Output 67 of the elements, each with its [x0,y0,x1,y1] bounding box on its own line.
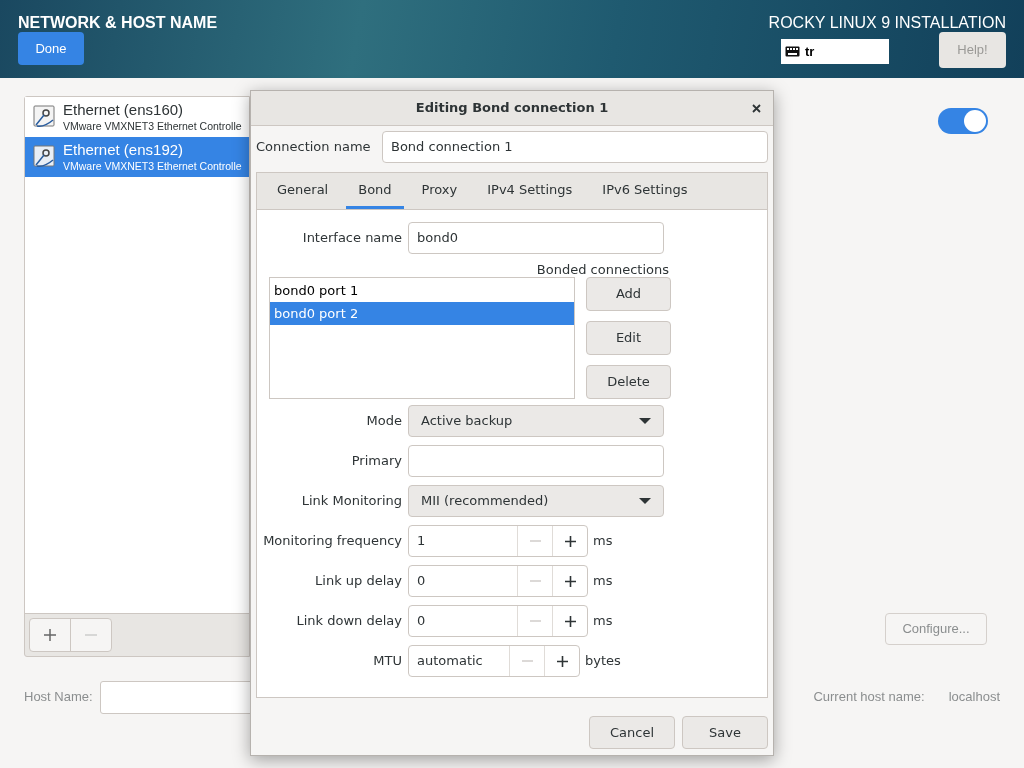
field-label: Primary [350,452,403,471]
spin-field[interactable]: automatic [408,645,580,677]
plus-icon [44,629,56,641]
product-title: ROCKY LINUX 9 INSTALLATION [768,13,1006,33]
spin-value: 0 [416,572,427,591]
bond-action-button[interactable]: Add [586,277,671,311]
plus-icon [556,655,568,667]
dropdown-value: MII (recommended) [421,492,549,511]
tab[interactable]: Proxy [409,173,470,209]
dialog-button[interactable]: Cancel [589,716,675,749]
text-field[interactable] [408,445,664,477]
spin-value: 0 [416,612,427,631]
field-label: Mode [365,412,403,431]
ethernet-switch[interactable] [938,108,988,134]
dropdown-value: Active backup [421,412,513,431]
field-label: Link down delay [295,612,403,631]
field-label: Interface name [301,229,403,248]
bond-action-button[interactable]: Edit [586,321,671,355]
done-button[interactable]: Done [18,32,84,65]
ethernet-icon [33,145,57,169]
dropdown-arrow-icon [639,418,651,424]
field-label: Link up delay [314,572,403,591]
bonded-connection-item[interactable]: bond0 port 2 [270,302,574,325]
dropdown[interactable]: MII (recommended) [408,485,664,517]
spin-field[interactable]: 1 [408,525,588,557]
connection-name: Ethernet (ens160) [63,101,185,120]
field-label: MTU [372,652,403,671]
field-label: Monitoring frequency [262,532,403,551]
field-label: Link Monitoring [300,492,403,511]
dialog-title: Editing Bond connection 1 [415,99,609,118]
dialog-button[interactable]: Save [682,716,768,749]
unit-label: ms [593,612,613,631]
dropdown[interactable]: Active backup [408,405,664,437]
unit-label: ms [593,532,613,551]
host-name-label: Host Name: [24,688,94,707]
tab[interactable]: General [265,173,341,209]
connection-item[interactable]: Ethernet (ens192) VMware VMXNET3 Ethernet Controlle [25,137,249,177]
spin-value: automatic [416,652,484,671]
connection-name-label: Connection name [256,138,372,157]
tab[interactable]: IPv4 Settings [475,173,585,209]
keyboard-layout-field[interactable]: tr [781,39,889,64]
unit-label: bytes [585,652,621,671]
connection-device: VMware VMXNET3 Ethernet Controlle [63,119,242,133]
current-host-name-label: Current host name: [813,688,925,707]
keyboard-layout-text: tr [805,42,815,61]
bond-action-button[interactable]: Delete [586,365,671,399]
connection-device: VMware VMXNET3 Ethernet Controlle [63,159,242,173]
tab[interactable]: Bond [346,173,404,209]
current-host-name-value: localhost [948,688,1000,707]
connection-name-field[interactable]: Bond connection 1 [382,131,768,163]
close-icon[interactable] [752,104,761,113]
keyboard-icon [785,46,800,57]
tab[interactable]: IPv6 Settings [590,173,700,209]
plus-icon [564,615,576,627]
bonded-connections-label: Bonded connections [535,262,669,277]
ethernet-icon [33,105,57,129]
spin-value: 1 [416,532,427,551]
plus-icon [564,575,576,587]
interface-name-field[interactable]: bond0 [408,222,664,254]
screen-title: NETWORK & HOST NAME [18,13,218,33]
plus-icon [564,535,576,547]
dropdown-arrow-icon [639,498,651,504]
connection-name: Ethernet (ens192) [63,141,185,160]
bonded-connection-item[interactable]: bond0 port 1 [270,279,574,302]
spin-field[interactable]: 0 [408,565,588,597]
unit-label: ms [593,572,613,591]
spin-field[interactable]: 0 [408,605,588,637]
